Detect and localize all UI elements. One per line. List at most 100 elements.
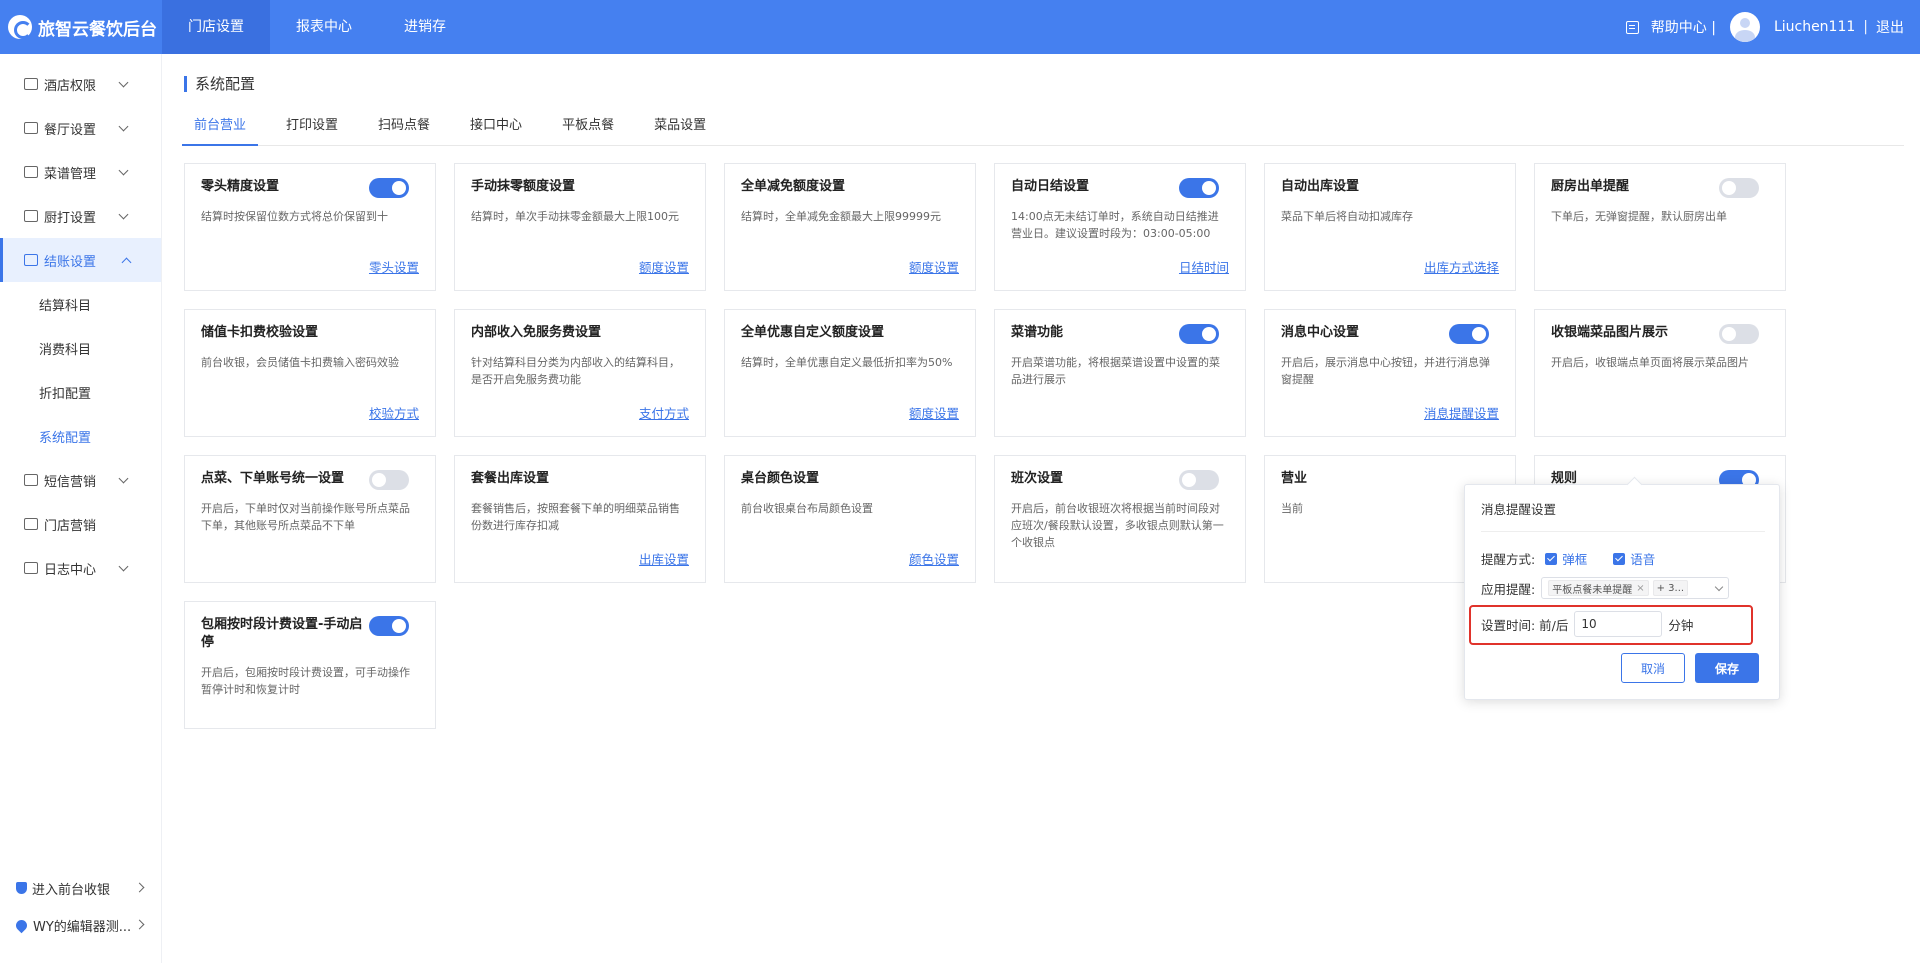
sidebar-item-menu-management[interactable]: 菜谱管理 <box>0 150 161 194</box>
store-switcher-label: WY的编辑器测... <box>33 919 132 935</box>
settings-card: 内部收入免服务费设置 针对结算科目分类为内部收入的结算科目，是否开启免服务费功能支… <box>454 309 706 437</box>
voice-checkbox[interactable] <box>1613 552 1626 565</box>
card-title: 桌台颜色设置 <box>741 471 820 486</box>
reminder-method-row: 提醒方式: 弹框 语音 <box>1481 549 1681 568</box>
toggle-switch[interactable] <box>1719 178 1759 198</box>
sidebar-item-label: 门店营销 <box>44 518 97 534</box>
cancel-button[interactable]: 取消 <box>1621 653 1685 683</box>
chevron-down-icon <box>118 209 129 220</box>
chevron-right-icon <box>134 882 145 893</box>
sidebar-item-kitchen-print[interactable]: 厨打设置 <box>0 194 161 238</box>
restaurant-icon <box>24 122 38 134</box>
card-settings-link[interactable]: 支付方式 <box>639 403 689 422</box>
tab-dish-settings[interactable]: 菜品设置 <box>642 112 718 146</box>
more-tags-badge: + 3... <box>1652 580 1689 596</box>
settings-card: 包厢按时段计费设置-手动启停 开启后，包厢按时段计费设置，可手动操作暂停计时和恢复… <box>184 601 436 729</box>
card-settings-link[interactable]: 颜色设置 <box>909 549 959 568</box>
card-settings-link[interactable]: 日结时间 <box>1179 257 1229 276</box>
time-setting-label: 设置时间: 前/后 <box>1481 617 1569 633</box>
reminder-minutes-input[interactable] <box>1574 611 1663 637</box>
topnav-store-settings[interactable]: 门店设置 <box>162 0 270 54</box>
card-settings-link[interactable]: 额度设置 <box>909 403 959 422</box>
settings-card: 全单优惠自定义额度设置 结算时，全单优惠自定义最低折扣率为50% 额度设置 <box>724 309 976 437</box>
card-title: 全单优惠自定义额度设置 <box>741 325 885 340</box>
card-settings-link[interactable]: 额度设置 <box>639 257 689 276</box>
voice-option-label[interactable]: 语音 <box>1630 549 1655 568</box>
card-title: 手动抹零额度设置 <box>471 179 576 194</box>
card-description: 结算时按保留位数方式将总价保留到十 <box>201 210 388 223</box>
tab-scan-order[interactable]: 扫码点餐 <box>366 112 442 146</box>
settings-card: 菜谱功能 开启菜谱功能，将根据菜谱设置中设置的菜品进行展示 <box>994 309 1246 437</box>
sidebar-item-hotel-permissions[interactable]: 酒店权限 <box>0 62 161 106</box>
chevron-down-icon <box>118 121 129 132</box>
topnav-reports[interactable]: 报表中心 <box>270 0 378 54</box>
sidebar-sub-discount-config[interactable]: 折扣配置 <box>0 370 161 414</box>
toggle-switch[interactable] <box>1449 324 1489 344</box>
tab-interface-center[interactable]: 接口中心 <box>458 112 534 146</box>
enter-front-cashier-label: 进入前台收银 <box>32 882 111 898</box>
toggle-switch[interactable] <box>1179 178 1219 198</box>
toggle-switch[interactable] <box>369 470 409 490</box>
sidebar-item-label: 短信营销 <box>44 474 97 490</box>
toggle-switch[interactable] <box>369 616 409 636</box>
card-title: 全单减免额度设置 <box>741 179 846 194</box>
card-title: 自动出库设置 <box>1281 179 1360 194</box>
card-description: 14:00点无未结订单时，系统自动日结推进营业日。建议设置时段为：03:00-0… <box>1011 210 1219 240</box>
close-icon[interactable]: × <box>1636 583 1644 594</box>
reminder-tag: 平板点餐未单提醒 × <box>1548 580 1649 596</box>
sidebar-item-checkout-settings[interactable]: 结账设置 <box>0 238 161 282</box>
brand[interactable]: 旅智云餐饮后台 <box>0 0 162 54</box>
tab-print-settings[interactable]: 打印设置 <box>274 112 350 146</box>
card-settings-link[interactable]: 消息提醒设置 <box>1424 403 1499 422</box>
topnav-inventory[interactable]: 进销存 <box>378 0 472 54</box>
logout-link[interactable]: 退出 <box>1876 17 1904 37</box>
sidebar-item-log-center[interactable]: 日志中心 <box>0 546 161 590</box>
chevron-down-icon <box>118 165 129 176</box>
save-button[interactable]: 保存 <box>1695 653 1759 683</box>
message-reminder-popover: 消息提醒设置 提醒方式: 弹框 语音 应用提醒: 平板点餐未单提醒 × + 3..… <box>1464 484 1780 700</box>
sidebar-sub-system-config[interactable]: 系统配置 <box>0 414 161 458</box>
tab-bar: 前台营业 打印设置 扫码点餐 接口中心 平板点餐 菜品设置 <box>182 112 1904 146</box>
sidebar-item-label: 酒店权限 <box>44 78 97 94</box>
sidebar-sub-consumption-subjects[interactable]: 消费科目 <box>0 326 161 370</box>
popup-option-label[interactable]: 弹框 <box>1562 549 1587 568</box>
settings-card: 自动日结设置 14:00点无未结订单时，系统自动日结推进营业日。建议设置时段为：0… <box>994 163 1246 291</box>
card-settings-link[interactable]: 出库设置 <box>639 549 689 568</box>
toggle-switch[interactable] <box>1179 470 1219 490</box>
chevron-down-icon <box>118 473 129 484</box>
avatar[interactable] <box>1729 12 1760 42</box>
sidebar-item-store-marketing[interactable]: 门店营销 <box>0 502 161 546</box>
settings-card: 套餐出库设置 套餐销售后，按照套餐下单的明细菜品销售份数进行库存扣减 出库设置 <box>454 455 706 583</box>
help-center-link[interactable]: 帮助中心 | <box>1651 17 1716 37</box>
settings-card: 储值卡扣费校验设置 前台收银，会员储值卡扣费输入密码效验 校验方式 <box>184 309 436 437</box>
card-title: 储值卡扣费校验设置 <box>201 325 319 340</box>
card-description: 菜品下单后将自动扣减库存 <box>1281 210 1413 223</box>
help-book-icon <box>1625 20 1639 34</box>
tab-tablet-order[interactable]: 平板点餐 <box>550 112 626 146</box>
receipt-icon <box>24 254 38 266</box>
username[interactable]: Liuchen111 <box>1774 19 1855 35</box>
card-settings-link[interactable]: 出库方式选择 <box>1424 257 1499 276</box>
card-settings-link[interactable]: 校验方式 <box>369 403 419 422</box>
page-title: 系统配置 <box>184 76 255 92</box>
card-description: 下单后，无弹窗提醒，默认厨房出单 <box>1551 210 1727 223</box>
card-settings-link[interactable]: 零头设置 <box>369 257 419 276</box>
sidebar-item-restaurant-settings[interactable]: 餐厅设置 <box>0 106 161 150</box>
toggle-switch[interactable] <box>1179 324 1219 344</box>
popup-checkbox[interactable] <box>1545 552 1558 565</box>
card-settings-link[interactable]: 额度设置 <box>909 257 959 276</box>
apply-reminder-select[interactable]: 平板点餐未单提醒 × + 3... <box>1541 577 1730 599</box>
enter-front-cashier[interactable]: 进入前台收银 <box>0 873 162 903</box>
card-description: 开启后，包厢按时段计费设置，可手动操作暂停计时和恢复计时 <box>201 666 410 696</box>
sidebar-sub-settlement-subjects[interactable]: 结算科目 <box>0 282 161 326</box>
sidebar-item-sms-marketing[interactable]: 短信营销 <box>0 458 161 502</box>
apply-reminder-label: 应用提醒: <box>1481 581 1536 597</box>
settings-card: 点菜、下单账号统一设置 开启后，下单时仅对当前操作账号所点菜品下单，其他账号所点菜… <box>184 455 436 583</box>
tab-front-business[interactable]: 前台营业 <box>182 112 259 146</box>
top-bar: 旅智云餐饮后台 门店设置 报表中心 进销存 帮助中心 | Liuchen111 … <box>0 0 1920 54</box>
grid-icon <box>24 166 38 178</box>
toggle-switch[interactable] <box>369 178 409 198</box>
toggle-switch[interactable] <box>1719 324 1759 344</box>
store-switcher[interactable]: WY的编辑器测... <box>0 910 162 940</box>
card-description: 前台收银桌台布局颜色设置 <box>741 502 873 515</box>
